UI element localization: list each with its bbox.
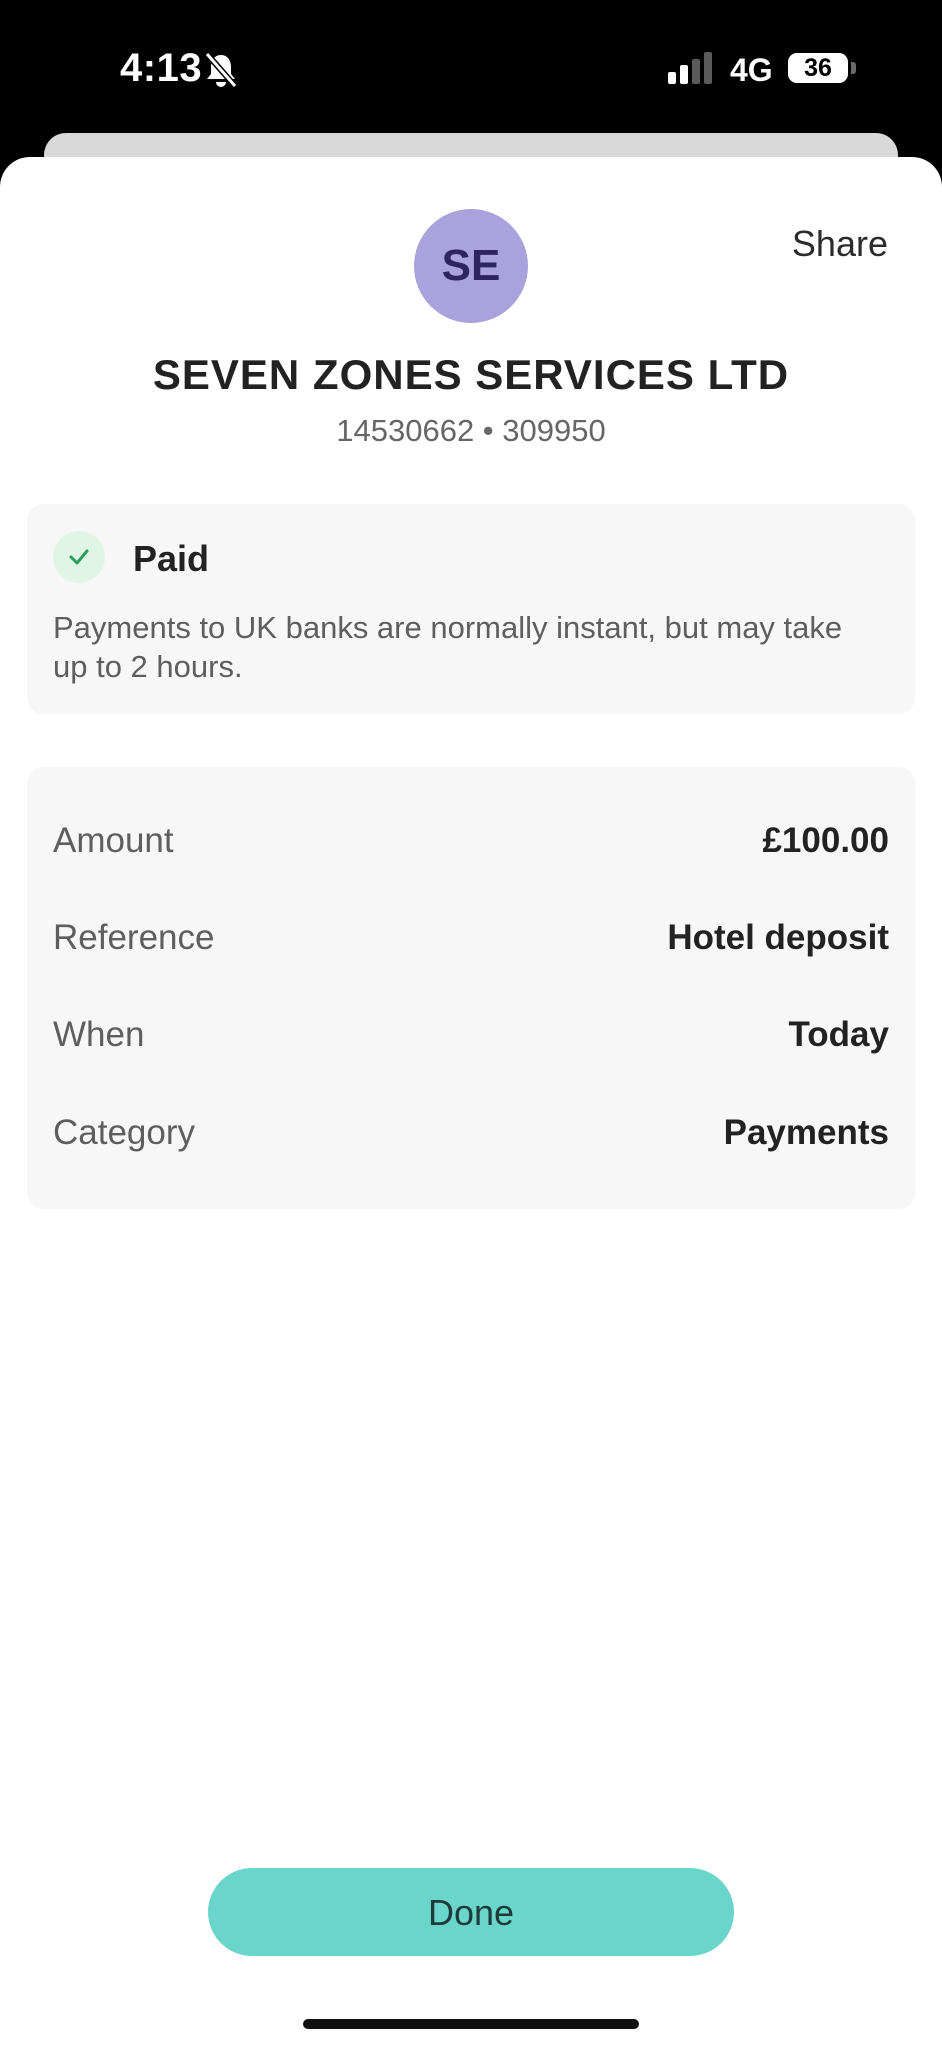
battery-cap (851, 62, 856, 74)
done-button[interactable]: Done (208, 1868, 734, 1956)
status-time: 4:13 (120, 46, 203, 90)
payment-detail-sheet: Share SE SEVEN ZONES SERVICES LTD 145306… (0, 157, 942, 2048)
detail-row-category: Category Payments (53, 1113, 889, 1163)
avatar: SE (414, 209, 528, 323)
detail-label: Category (53, 1113, 196, 1152)
detail-value: Hotel deposit (667, 918, 889, 957)
detail-row-reference: Reference Hotel deposit (53, 918, 889, 968)
signal-icon (668, 52, 716, 84)
payee-name: SEVEN ZONES SERVICES LTD (152, 351, 790, 398)
status-title: Paid (133, 538, 210, 579)
detail-label: Amount (53, 821, 174, 860)
bell-muted-icon (204, 52, 238, 88)
detail-row-when: When Today (53, 1015, 889, 1065)
detail-value: Payments (723, 1113, 889, 1152)
detail-value: Today (788, 1015, 889, 1054)
payment-details-card: Amount £100.00 Reference Hotel deposit W… (27, 767, 915, 1209)
payment-status-card: Paid Payments to UK banks are normally i… (27, 504, 915, 714)
payee-account-details: 14530662 • 309950 (336, 413, 606, 448)
detail-value: £100.00 (762, 821, 889, 860)
network-label: 4G (730, 52, 773, 88)
detail-label: When (53, 1015, 145, 1054)
detail-label: Reference (53, 918, 215, 957)
status-description: Payments to UK banks are normally instan… (53, 610, 843, 684)
status-bar: 4:13 4G 36 (0, 0, 942, 135)
check-icon (53, 531, 105, 583)
detail-row-amount: Amount £100.00 (53, 821, 889, 871)
home-indicator (303, 2019, 639, 2029)
battery-indicator: 36 (788, 53, 848, 83)
share-button[interactable]: Share (792, 223, 888, 265)
